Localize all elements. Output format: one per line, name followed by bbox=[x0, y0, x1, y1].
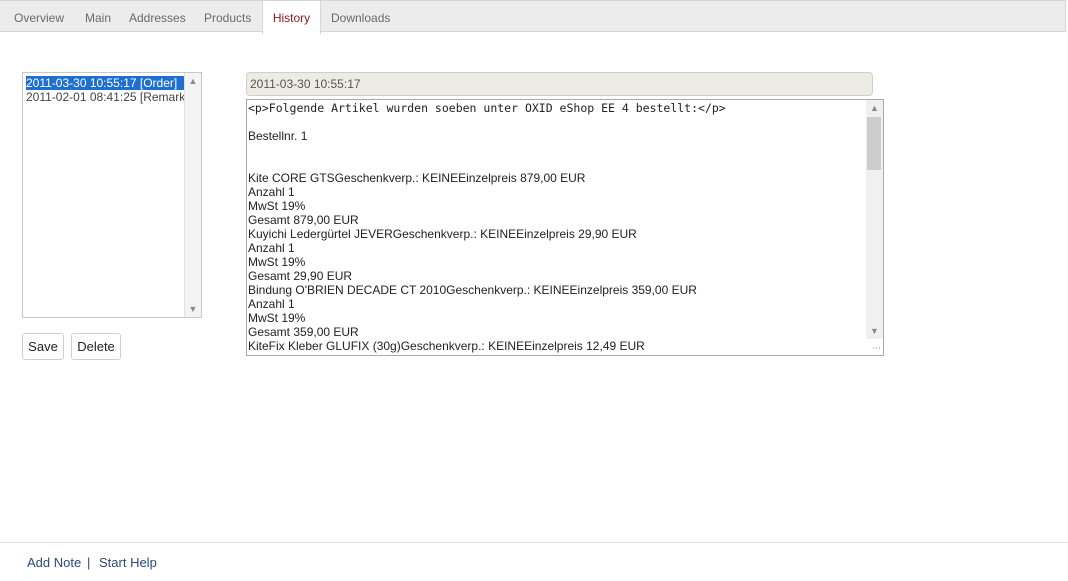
history-text-content: <p>Folgende Artikel wurden soeben unter … bbox=[248, 101, 866, 355]
tab-history[interactable]: History bbox=[262, 1, 321, 34]
tab-products[interactable]: Products bbox=[204, 1, 251, 33]
text-line: Gesamt 359,00 EUR bbox=[248, 325, 359, 339]
text-line: Gesamt 879,00 EUR bbox=[248, 213, 359, 227]
text-line: Anzahl 1 bbox=[248, 185, 295, 199]
text-line: Anzahl 1 bbox=[248, 353, 866, 355]
history-items: 2011-03-30 10:55:17 [Order] 2011-02-01 0… bbox=[26, 76, 185, 104]
history-item[interactable]: 2011-03-30 10:55:17 [Order] bbox=[26, 76, 185, 90]
text-line bbox=[248, 157, 866, 171]
text-line: Anzahl 1 bbox=[248, 297, 295, 311]
text-line: Bindung O'BRIEN DECADE CT 2010Geschenkve… bbox=[248, 283, 697, 297]
footer-separator: | bbox=[87, 555, 91, 570]
text-line: Kuyichi Ledergürtel JEVERGeschenkverp.: … bbox=[248, 227, 637, 241]
resize-grip-icon[interactable]: ⋯ bbox=[871, 343, 881, 353]
tab-bar: Overview Main Addresses Products History… bbox=[0, 0, 1066, 34]
text-line: MwSt 19% bbox=[248, 255, 306, 269]
history-subject-field[interactable]: 2011-03-30 10:55:17 bbox=[246, 72, 873, 96]
footer-bar: Add Note | Start Help bbox=[0, 542, 1068, 581]
history-list[interactable]: 2011-03-30 10:55:17 [Order] 2011-02-01 0… bbox=[22, 72, 202, 318]
text-line: Bestellnr. 1 bbox=[248, 129, 308, 143]
text-line: Kite CORE GTSGeschenkverp.: KEINEEinzelp… bbox=[248, 171, 586, 185]
history-item[interactable]: 2011-02-01 08:41:25 [Remark] bbox=[26, 90, 185, 104]
text-line: Gesamt 29,90 EUR bbox=[248, 269, 353, 283]
history-text-area[interactable]: <p>Folgende Artikel wurden soeben unter … bbox=[246, 99, 884, 356]
scrollbar-thumb[interactable] bbox=[867, 117, 881, 170]
add-note-link[interactable]: Add Note bbox=[27, 555, 81, 570]
text-line: Anzahl 1 bbox=[248, 241, 295, 255]
text-line: MwSt 19% bbox=[248, 311, 306, 325]
scroll-up-icon[interactable]: ▲ bbox=[866, 101, 883, 115]
history-list-scrollbar[interactable]: ▲ ▼ bbox=[184, 73, 201, 317]
tab-overview[interactable]: Overview bbox=[14, 1, 64, 33]
scroll-down-icon[interactable]: ▼ bbox=[185, 302, 201, 316]
tab-downloads[interactable]: Downloads bbox=[331, 1, 390, 33]
text-line: MwSt 19% bbox=[248, 199, 306, 213]
text-line bbox=[248, 143, 866, 157]
scroll-down-icon[interactable]: ▼ bbox=[866, 324, 883, 338]
save-button[interactable]: Save bbox=[22, 333, 64, 360]
text-line: KiteFix Kleber GLUFIX (30g)Geschenkverp.… bbox=[248, 339, 645, 353]
text-line bbox=[248, 115, 866, 129]
text-area-scrollbar[interactable]: ▲ ▼ bbox=[866, 100, 883, 339]
start-help-link[interactable]: Start Help bbox=[99, 555, 157, 570]
scroll-up-icon[interactable]: ▲ bbox=[185, 74, 201, 88]
tab-addresses[interactable]: Addresses bbox=[129, 1, 186, 33]
tab-main[interactable]: Main bbox=[85, 1, 111, 33]
text-line: <p>Folgende Artikel wurden soeben unter … bbox=[248, 101, 726, 115]
delete-button[interactable]: Delete bbox=[71, 333, 121, 360]
